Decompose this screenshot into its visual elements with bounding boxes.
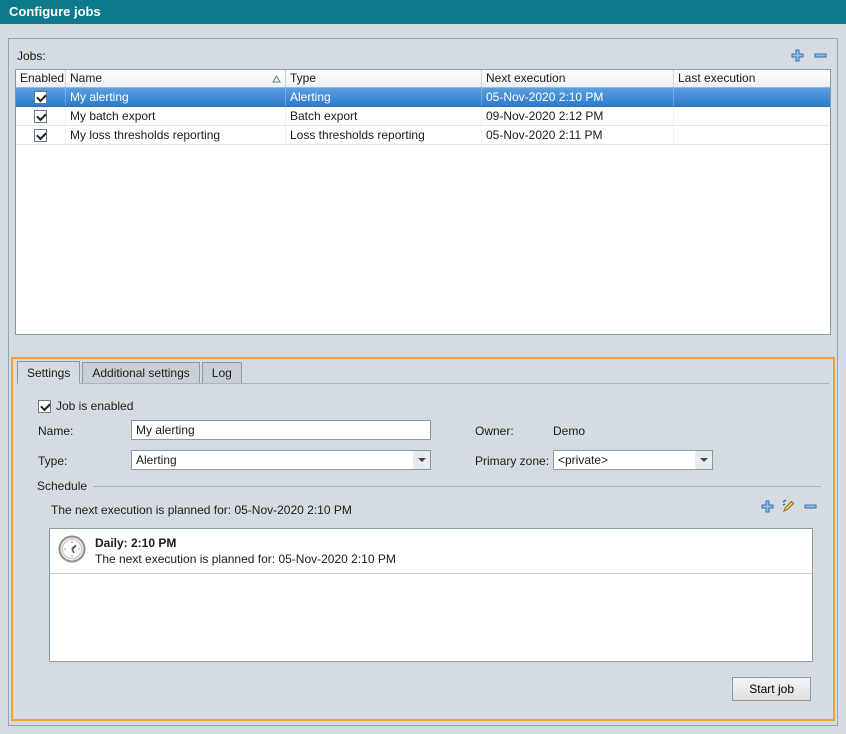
jobs-toolbar — [791, 49, 827, 62]
job-name-cell: My loss thresholds reporting — [66, 126, 286, 144]
job-type-cell: Alerting — [286, 88, 482, 106]
schedule-group-label: Schedule — [37, 479, 87, 493]
column-header-name[interactable]: Name — [66, 70, 286, 87]
group-divider — [93, 486, 821, 487]
name-label: Name: — [38, 424, 73, 438]
plus-icon — [761, 500, 774, 513]
enabled-checkbox-cell — [16, 107, 66, 125]
edit-schedule-button[interactable] — [782, 499, 796, 513]
schedule-entry-subtitle: The next execution is planned for: 05-No… — [95, 551, 396, 567]
add-job-button[interactable] — [791, 49, 804, 62]
edit-icon — [782, 499, 796, 513]
details-tabs: Settings Additional settings Log — [17, 362, 829, 384]
enabled-checkbox[interactable] — [34, 129, 47, 142]
column-header-type[interactable]: Type — [286, 70, 482, 87]
start-job-button[interactable]: Start job — [732, 677, 811, 701]
job-type-cell: Loss thresholds reporting — [286, 126, 482, 144]
primary-zone-label: Primary zone: — [475, 454, 549, 468]
schedule-list: Daily: 2:10 PM The next execution is pla… — [49, 528, 813, 662]
job-type-cell: Batch export — [286, 107, 482, 125]
enabled-checkbox[interactable] — [34, 110, 47, 123]
window-title: Configure jobs — [0, 0, 846, 24]
column-header-enabled[interactable]: Enabled — [16, 70, 66, 87]
type-dropdown[interactable]: Alerting — [131, 450, 431, 470]
add-schedule-button[interactable] — [761, 500, 774, 513]
schedule-toolbar — [761, 499, 817, 513]
schedule-next-execution-text: The next execution is planned for: 05-No… — [51, 503, 352, 517]
job-last-execution-cell — [674, 107, 830, 125]
job-name-cell: My alerting — [66, 88, 286, 106]
job-enabled-row: Job is enabled — [38, 399, 133, 413]
remove-job-button[interactable] — [814, 49, 827, 62]
table-row[interactable]: My batch export Batch export 09-Nov-2020… — [16, 107, 830, 126]
job-enabled-label: Job is enabled — [56, 399, 133, 413]
job-enabled-checkbox[interactable] — [38, 400, 51, 413]
jobs-table: Enabled Name Type Next execution Last ex… — [15, 69, 831, 335]
job-last-execution-cell — [674, 88, 830, 106]
job-next-execution-cell: 05-Nov-2020 2:11 PM — [482, 126, 674, 144]
column-header-next-execution[interactable]: Next execution — [482, 70, 674, 87]
table-row[interactable]: My loss thresholds reporting Loss thresh… — [16, 126, 830, 145]
schedule-group: Schedule — [37, 479, 821, 493]
plus-icon — [791, 49, 804, 62]
jobs-label: Jobs: — [17, 49, 46, 63]
type-label: Type: — [38, 454, 67, 468]
schedule-entry-title: Daily: 2:10 PM — [95, 535, 396, 551]
configure-jobs-panel: Jobs: Enabled Name Type Next execution L… — [8, 38, 838, 726]
enabled-checkbox[interactable] — [34, 91, 47, 104]
tab-log[interactable]: Log — [202, 362, 242, 383]
sort-ascending-icon — [272, 75, 281, 83]
minus-icon — [814, 49, 827, 62]
chevron-down-icon — [695, 451, 712, 469]
minus-icon — [804, 500, 817, 513]
enabled-checkbox-cell — [16, 88, 66, 106]
column-header-last-execution[interactable]: Last execution — [674, 70, 830, 87]
schedule-entry-text: Daily: 2:10 PM The next execution is pla… — [95, 535, 396, 567]
table-row[interactable]: My alerting Alerting 05-Nov-2020 2:10 PM — [16, 88, 830, 107]
primary-zone-dropdown-value: <private> — [558, 453, 608, 467]
job-details-panel: Settings Additional settings Log Job is … — [11, 357, 835, 721]
chevron-down-icon — [413, 451, 430, 469]
job-name-cell: My batch export — [66, 107, 286, 125]
schedule-list-item[interactable]: Daily: 2:10 PM The next execution is pla… — [50, 529, 812, 574]
owner-label: Owner: — [475, 424, 514, 438]
clock-icon — [58, 535, 86, 563]
job-last-execution-cell — [674, 126, 830, 144]
enabled-checkbox-cell — [16, 126, 66, 144]
remove-schedule-button[interactable] — [804, 500, 817, 513]
tab-additional-settings[interactable]: Additional settings — [82, 362, 199, 383]
tab-settings[interactable]: Settings — [17, 361, 80, 384]
primary-zone-dropdown[interactable]: <private> — [553, 450, 713, 470]
job-next-execution-cell: 09-Nov-2020 2:12 PM — [482, 107, 674, 125]
name-input[interactable] — [131, 420, 431, 440]
type-dropdown-value: Alerting — [136, 453, 177, 467]
owner-value: Demo — [553, 424, 585, 438]
job-next-execution-cell: 05-Nov-2020 2:10 PM — [482, 88, 674, 106]
jobs-table-header: Enabled Name Type Next execution Last ex… — [16, 70, 830, 88]
